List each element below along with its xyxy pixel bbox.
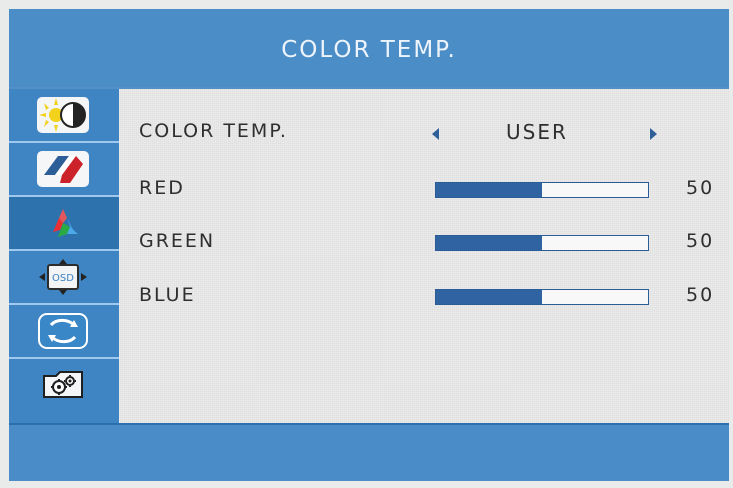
blue-slider[interactable] xyxy=(435,289,649,305)
blue-value: 50 xyxy=(686,284,715,306)
blue-label: BLUE xyxy=(139,284,196,306)
settings-icon xyxy=(36,366,90,404)
color-temp-label: COLOR TEMP. xyxy=(139,120,288,142)
osd-icon: OSD xyxy=(36,258,90,296)
green-slider[interactable] xyxy=(435,235,649,251)
page-title: COLOR TEMP. xyxy=(281,37,457,63)
red-slider-fill xyxy=(436,183,542,197)
svg-text:OSD: OSD xyxy=(52,273,74,284)
geometry-icon xyxy=(36,150,90,188)
red-slider[interactable] xyxy=(435,182,649,198)
sidebar-item-geometry[interactable] xyxy=(9,143,119,195)
menu-panel: COLOR TEMP. USER RED 50 GREEN 50 BLUE 50 xyxy=(119,89,729,425)
green-label: GREEN xyxy=(139,230,216,252)
osd-header: COLOR TEMP. xyxy=(9,9,729,87)
brightness-contrast-icon xyxy=(36,96,90,134)
sidebar-item-brightness-contrast[interactable] xyxy=(9,89,119,141)
sidebar: OSD xyxy=(9,89,119,425)
color-temp-value[interactable]: USER xyxy=(506,120,568,144)
green-slider-fill xyxy=(436,236,542,250)
osd-screen: COLOR TEMP. OSD COLOR TEMP. USER RED 50 … xyxy=(9,9,729,481)
color-temp-prev-icon[interactable] xyxy=(432,128,439,140)
color-icon xyxy=(36,204,90,242)
blue-slider-fill xyxy=(436,290,542,304)
sidebar-item-osd[interactable]: OSD xyxy=(9,251,119,303)
osd-footer xyxy=(9,425,729,481)
red-value: 50 xyxy=(686,177,715,199)
sidebar-item-settings[interactable] xyxy=(9,359,119,411)
red-label: RED xyxy=(139,177,185,199)
reset-icon xyxy=(36,312,90,350)
green-value: 50 xyxy=(686,230,715,252)
sidebar-item-color[interactable] xyxy=(9,197,119,249)
color-temp-next-icon[interactable] xyxy=(650,128,657,140)
sidebar-item-reset[interactable] xyxy=(9,305,119,357)
